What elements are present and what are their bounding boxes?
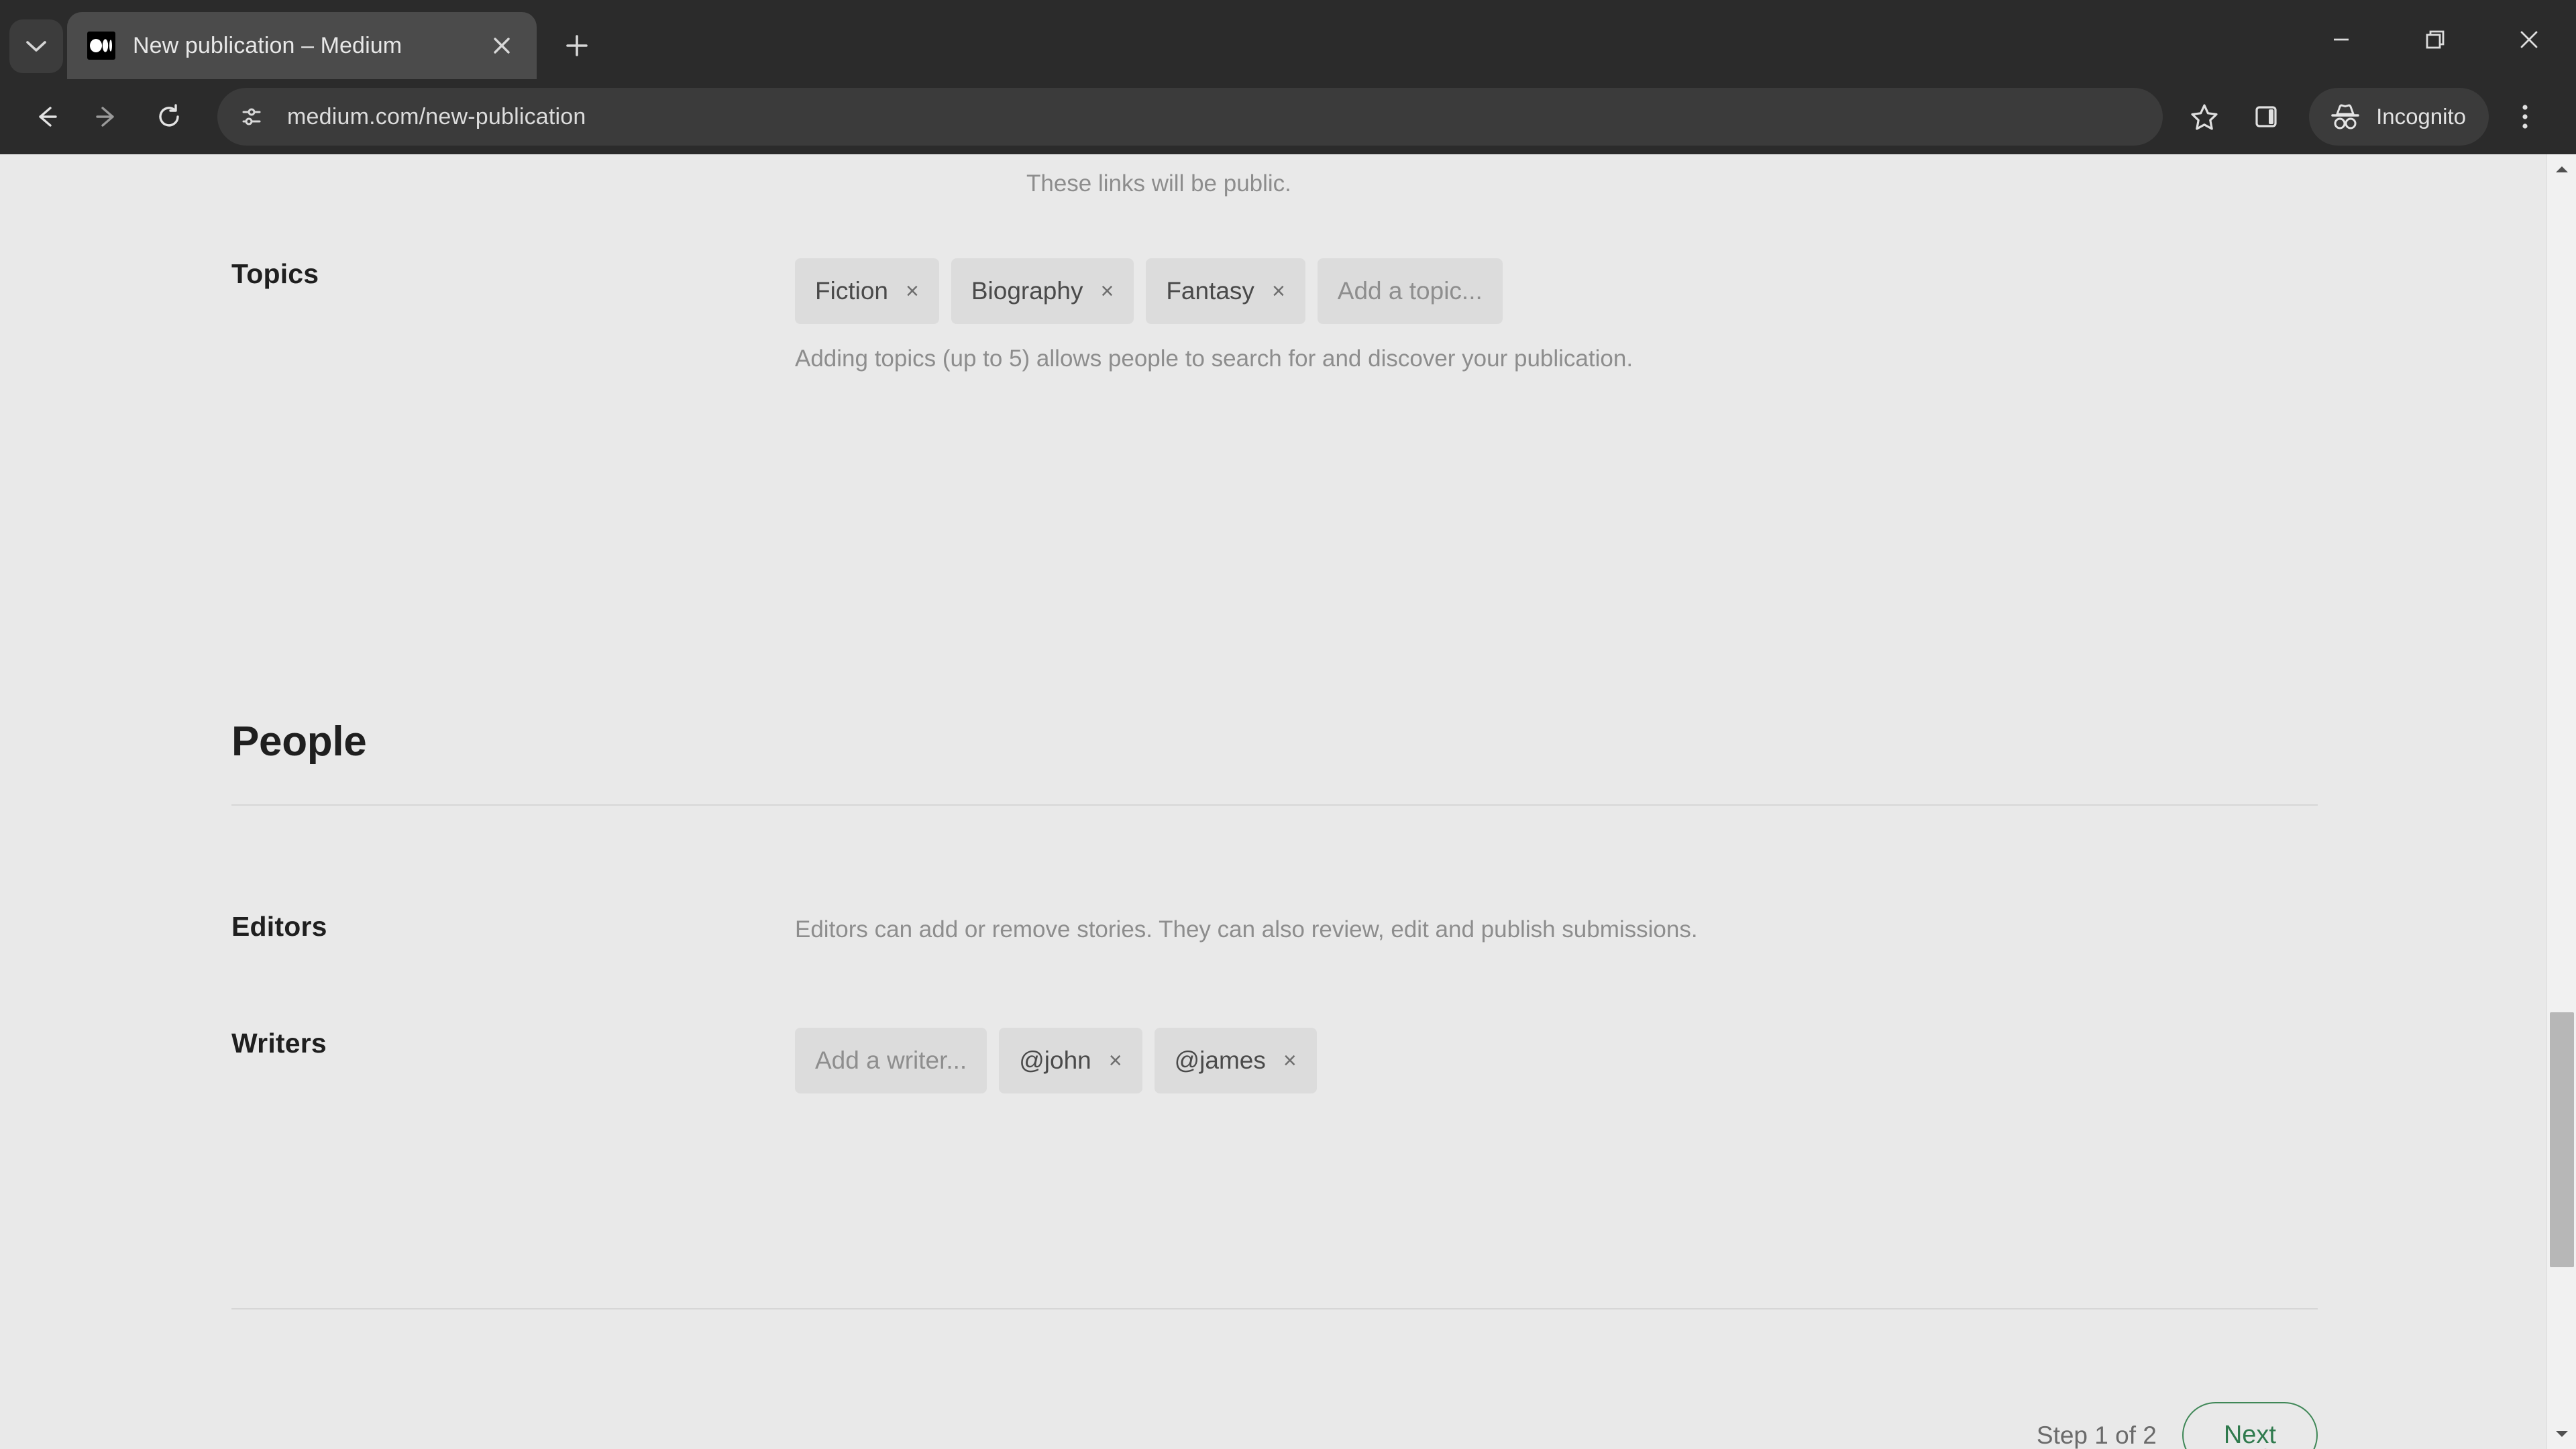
remove-writer-icon[interactable]: × [1109, 1049, 1122, 1072]
reload-button[interactable] [138, 86, 200, 148]
close-icon [2520, 31, 2538, 48]
scroll-down-button[interactable] [2547, 1419, 2576, 1449]
site-settings-icon[interactable] [228, 93, 275, 140]
tab-close-button[interactable] [483, 27, 521, 64]
add-writer-placeholder: Add a writer... [815, 1046, 967, 1074]
topic-chip-label: Fantasy [1166, 277, 1254, 305]
browser-window: New publication – Medium medium.com/new-… [0, 0, 2576, 1449]
footer-divider [231, 1308, 2318, 1309]
caret-down-icon [2555, 1431, 2568, 1437]
medium-new-publication-page: These links will be public. Topics Ficti… [0, 154, 2546, 1449]
links-public-hint: These links will be public. [1026, 170, 1291, 197]
people-divider [231, 804, 2318, 806]
people-section-header: People [231, 718, 2318, 806]
scrollbar-thumb[interactable] [2549, 1012, 2574, 1267]
writer-chip[interactable]: @james × [1154, 1028, 1317, 1093]
remove-topic-icon[interactable]: × [906, 280, 919, 303]
add-topic-input[interactable]: Add a topic... [1317, 258, 1503, 324]
people-title: People [231, 718, 367, 765]
incognito-label: Incognito [2376, 104, 2466, 129]
window-close-button[interactable] [2482, 0, 2576, 79]
side-panel-icon [2255, 106, 2277, 127]
three-dot-menu-icon [2522, 105, 2528, 129]
topics-help-text: Adding topics (up to 5) allows people to… [795, 345, 1633, 372]
editors-body: Editors can add or remove stories. They … [795, 911, 1698, 943]
topic-chip[interactable]: Biography × [951, 258, 1134, 324]
editors-label: Editors [231, 911, 327, 942]
tab-search-button[interactable] [9, 19, 63, 73]
editors-row: Editors Editors can add or remove storie… [231, 911, 1698, 943]
writers-label: Writers [231, 1028, 327, 1059]
chevron-down-icon [26, 41, 46, 52]
minimize-icon [2334, 38, 2349, 41]
remove-writer-icon[interactable]: × [1283, 1049, 1297, 1072]
topics-row: Topics Fiction × Biography × Fantasy × A… [231, 258, 1633, 372]
writers-row: Writers Add a writer... @john × @james × [231, 1028, 1329, 1093]
arrow-left-icon [39, 107, 57, 127]
restore-icon [2426, 30, 2445, 49]
step-indicator: Step 1 of 2 [2036, 1421, 2157, 1449]
medium-logo-icon [87, 32, 115, 60]
incognito-indicator[interactable]: Incognito [2309, 88, 2489, 146]
add-writer-input[interactable]: Add a writer... [795, 1028, 987, 1093]
browser-toolbar: medium.com/new-publication Incognito [0, 79, 2576, 154]
maximize-restore-button[interactable] [2388, 0, 2482, 79]
caret-up-icon [2555, 166, 2568, 172]
close-icon [494, 38, 510, 54]
writer-chip-label: @james [1174, 1046, 1266, 1074]
editors-description: Editors can add or remove stories. They … [795, 916, 1698, 943]
topics-chip-list: Fiction × Biography × Fantasy × Add a to… [795, 258, 1633, 324]
incognito-icon [2331, 104, 2359, 129]
star-icon [2191, 104, 2218, 130]
writer-chip-label: @john [1019, 1046, 1091, 1074]
topic-chip[interactable]: Fiction × [795, 258, 939, 324]
remove-topic-icon[interactable]: × [1100, 280, 1114, 303]
tab-strip: New publication – Medium [0, 0, 2576, 79]
add-topic-placeholder: Add a topic... [1337, 277, 1483, 305]
minimize-button[interactable] [2294, 0, 2388, 79]
topic-chip-label: Fiction [815, 277, 888, 305]
new-tab-button[interactable] [551, 20, 602, 71]
topics-body: Fiction × Biography × Fantasy × Add a to… [795, 258, 1633, 372]
wizard-footer: Step 1 of 2 Next [231, 1402, 2318, 1449]
page-scrollbar[interactable] [2546, 154, 2576, 1449]
window-controls [2294, 0, 2576, 79]
plus-icon [566, 35, 588, 56]
writers-body: Add a writer... @john × @james × [795, 1028, 1329, 1093]
arrow-right-icon [96, 107, 114, 127]
topic-chip-label: Biography [971, 277, 1083, 305]
url-text: medium.com/new-publication [287, 103, 586, 129]
scrollbar-track[interactable] [2547, 184, 2576, 1419]
topic-chip[interactable]: Fantasy × [1146, 258, 1305, 324]
browser-tab[interactable]: New publication – Medium [67, 12, 537, 79]
page-viewport: These links will be public. Topics Ficti… [0, 154, 2576, 1449]
back-button[interactable] [15, 86, 76, 148]
bookmark-button[interactable] [2174, 86, 2235, 148]
address-bar[interactable]: medium.com/new-publication [217, 88, 2163, 146]
side-panel-button[interactable] [2235, 86, 2297, 148]
tab-title: New publication – Medium [133, 32, 402, 58]
writers-chip-list: Add a writer... @john × @james × [795, 1028, 1329, 1093]
remove-topic-icon[interactable]: × [1272, 280, 1285, 303]
topics-label: Topics [231, 258, 319, 289]
scroll-up-button[interactable] [2547, 154, 2576, 184]
next-button[interactable]: Next [2182, 1402, 2318, 1449]
forward-button[interactable] [76, 86, 138, 148]
browser-menu-button[interactable] [2494, 86, 2556, 148]
reload-icon [159, 104, 179, 127]
writer-chip[interactable]: @john × [999, 1028, 1142, 1093]
